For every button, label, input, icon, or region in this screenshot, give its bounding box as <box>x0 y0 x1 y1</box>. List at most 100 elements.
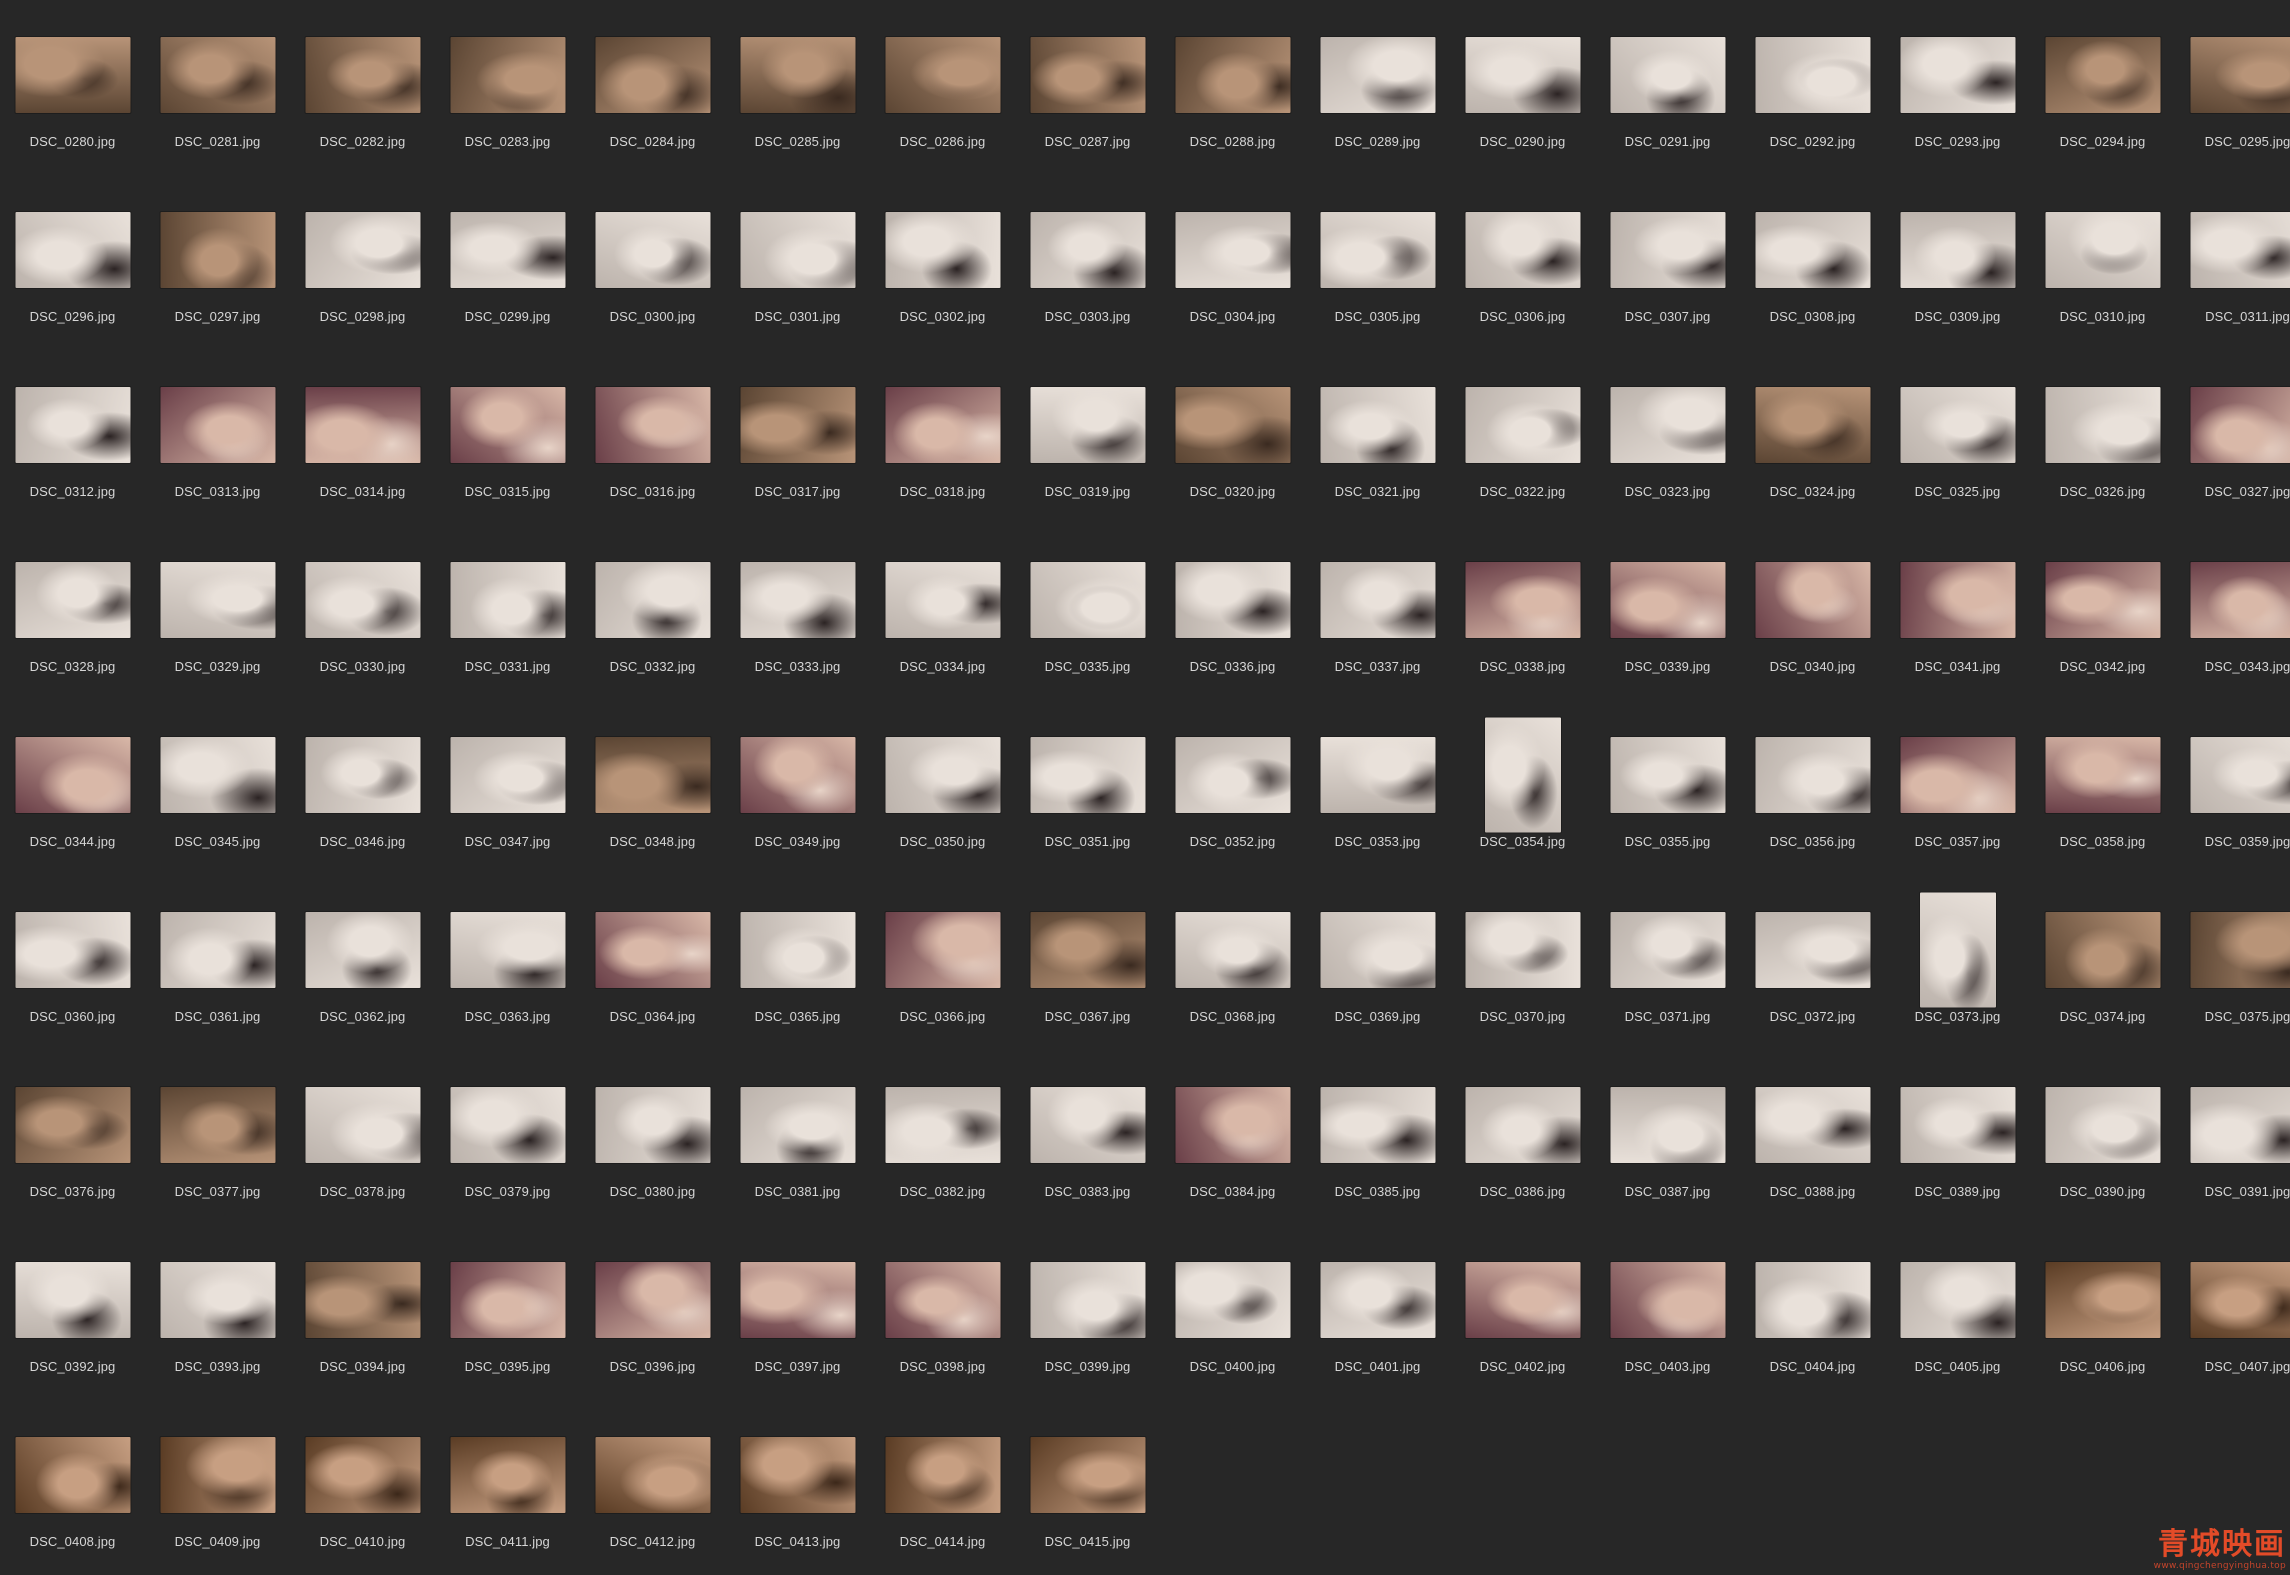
file-thumbnail-item[interactable]: DSC_0298.jpg <box>290 175 435 350</box>
image-thumbnail[interactable] <box>1755 212 1870 288</box>
image-thumbnail[interactable] <box>15 1087 130 1163</box>
image-thumbnail[interactable] <box>2045 562 2160 638</box>
image-thumbnail[interactable] <box>1465 1262 1580 1338</box>
file-thumbnail-item[interactable]: DSC_0411.jpg <box>435 1400 580 1575</box>
file-thumbnail-item[interactable]: DSC_0364.jpg <box>580 875 725 1050</box>
file-thumbnail-item[interactable]: DSC_0305.jpg <box>1305 175 1450 350</box>
image-thumbnail[interactable] <box>1465 562 1580 638</box>
image-thumbnail[interactable] <box>305 37 420 113</box>
image-thumbnail[interactable] <box>15 1262 130 1338</box>
image-thumbnail[interactable] <box>305 1437 420 1513</box>
file-thumbnail-item[interactable]: DSC_0285.jpg <box>725 0 870 175</box>
file-thumbnail-item[interactable]: DSC_0282.jpg <box>290 0 435 175</box>
file-thumbnail-item[interactable]: DSC_0353.jpg <box>1305 700 1450 875</box>
file-thumbnail-item[interactable]: DSC_0307.jpg <box>1595 175 1740 350</box>
image-thumbnail[interactable] <box>160 1437 275 1513</box>
file-thumbnail-item[interactable]: DSC_0368.jpg <box>1160 875 1305 1050</box>
file-thumbnail-item[interactable]: DSC_0332.jpg <box>580 525 725 700</box>
file-thumbnail-item[interactable]: DSC_0283.jpg <box>435 0 580 175</box>
file-thumbnail-item[interactable]: DSC_0333.jpg <box>725 525 870 700</box>
image-thumbnail[interactable] <box>160 562 275 638</box>
file-thumbnail-item[interactable]: DSC_0394.jpg <box>290 1225 435 1400</box>
file-thumbnail-item[interactable]: DSC_0375.jpg <box>2175 875 2290 1050</box>
file-thumbnail-item[interactable]: DSC_0409.jpg <box>145 1400 290 1575</box>
file-thumbnail-item[interactable]: DSC_0308.jpg <box>1740 175 1885 350</box>
file-thumbnail-item[interactable]: DSC_0331.jpg <box>435 525 580 700</box>
image-thumbnail[interactable] <box>2045 387 2160 463</box>
file-thumbnail-item[interactable]: DSC_0377.jpg <box>145 1050 290 1225</box>
image-thumbnail[interactable] <box>160 1262 275 1338</box>
image-thumbnail[interactable] <box>1610 1262 1725 1338</box>
file-thumbnail-item[interactable]: DSC_0340.jpg <box>1740 525 1885 700</box>
file-thumbnail-item[interactable]: DSC_0325.jpg <box>1885 350 2030 525</box>
file-thumbnail-item[interactable]: DSC_0365.jpg <box>725 875 870 1050</box>
image-thumbnail[interactable] <box>740 1262 855 1338</box>
image-thumbnail[interactable] <box>1919 892 1996 1008</box>
file-thumbnail-item[interactable]: DSC_0355.jpg <box>1595 700 1740 875</box>
image-thumbnail[interactable] <box>2190 912 2290 988</box>
image-thumbnail[interactable] <box>740 562 855 638</box>
image-thumbnail[interactable] <box>2190 1087 2290 1163</box>
file-thumbnail-item[interactable]: DSC_0395.jpg <box>435 1225 580 1400</box>
file-thumbnail-item[interactable]: DSC_0344.jpg <box>0 700 145 875</box>
image-thumbnail[interactable] <box>2045 912 2160 988</box>
image-thumbnail[interactable] <box>160 37 275 113</box>
file-thumbnail-item[interactable]: DSC_0337.jpg <box>1305 525 1450 700</box>
file-thumbnail-item[interactable]: DSC_0376.jpg <box>0 1050 145 1225</box>
file-thumbnail-item[interactable]: DSC_0343.jpg <box>2175 525 2290 700</box>
file-thumbnail-item[interactable]: DSC_0403.jpg <box>1595 1225 1740 1400</box>
file-thumbnail-item[interactable]: DSC_0362.jpg <box>290 875 435 1050</box>
image-thumbnail[interactable] <box>1030 1262 1145 1338</box>
file-thumbnail-item[interactable]: DSC_0380.jpg <box>580 1050 725 1225</box>
file-thumbnail-item[interactable]: DSC_0388.jpg <box>1740 1050 1885 1225</box>
image-thumbnail[interactable] <box>160 212 275 288</box>
file-thumbnail-item[interactable]: DSC_0387.jpg <box>1595 1050 1740 1225</box>
image-thumbnail[interactable] <box>1030 37 1145 113</box>
file-thumbnail-item[interactable]: DSC_0384.jpg <box>1160 1050 1305 1225</box>
image-thumbnail[interactable] <box>450 37 565 113</box>
image-thumbnail[interactable] <box>1465 37 1580 113</box>
file-thumbnail-item[interactable]: DSC_0284.jpg <box>580 0 725 175</box>
image-thumbnail[interactable] <box>305 737 420 813</box>
image-thumbnail[interactable] <box>1465 1087 1580 1163</box>
file-thumbnail-item[interactable]: DSC_0300.jpg <box>580 175 725 350</box>
file-thumbnail-item[interactable]: DSC_0311.jpg <box>2175 175 2290 350</box>
file-thumbnail-item[interactable]: DSC_0318.jpg <box>870 350 1015 525</box>
file-thumbnail-item[interactable]: DSC_0315.jpg <box>435 350 580 525</box>
image-thumbnail[interactable] <box>1030 562 1145 638</box>
image-thumbnail[interactable] <box>15 562 130 638</box>
file-thumbnail-item[interactable]: DSC_0286.jpg <box>870 0 1015 175</box>
file-thumbnail-item[interactable]: DSC_0412.jpg <box>580 1400 725 1575</box>
image-thumbnail[interactable] <box>1900 1262 2015 1338</box>
image-thumbnail[interactable] <box>885 1437 1000 1513</box>
image-thumbnail[interactable] <box>595 1087 710 1163</box>
image-thumbnail[interactable] <box>450 1262 565 1338</box>
file-thumbnail-item[interactable]: DSC_0341.jpg <box>1885 525 2030 700</box>
image-thumbnail[interactable] <box>1030 212 1145 288</box>
image-thumbnail[interactable] <box>885 1087 1000 1163</box>
image-thumbnail[interactable] <box>885 912 1000 988</box>
image-thumbnail[interactable] <box>1320 737 1435 813</box>
file-thumbnail-item[interactable]: DSC_0338.jpg <box>1450 525 1595 700</box>
file-thumbnail-item[interactable]: DSC_0406.jpg <box>2030 1225 2175 1400</box>
file-thumbnail-item[interactable]: DSC_0345.jpg <box>145 700 290 875</box>
image-thumbnail[interactable] <box>2190 37 2290 113</box>
image-thumbnail[interactable] <box>1320 37 1435 113</box>
file-thumbnail-item[interactable]: DSC_0293.jpg <box>1885 0 2030 175</box>
file-thumbnail-item[interactable]: DSC_0372.jpg <box>1740 875 1885 1050</box>
image-thumbnail[interactable] <box>1900 562 2015 638</box>
file-thumbnail-item[interactable]: DSC_0313.jpg <box>145 350 290 525</box>
image-thumbnail[interactable] <box>595 737 710 813</box>
image-thumbnail[interactable] <box>885 562 1000 638</box>
image-thumbnail[interactable] <box>15 212 130 288</box>
image-thumbnail[interactable] <box>595 562 710 638</box>
file-thumbnail-item[interactable]: DSC_0356.jpg <box>1740 700 1885 875</box>
file-thumbnail-item[interactable]: DSC_0339.jpg <box>1595 525 1740 700</box>
file-thumbnail-item[interactable]: DSC_0320.jpg <box>1160 350 1305 525</box>
file-thumbnail-item[interactable]: DSC_0342.jpg <box>2030 525 2175 700</box>
file-thumbnail-item[interactable]: DSC_0382.jpg <box>870 1050 1015 1225</box>
image-thumbnail[interactable] <box>305 912 420 988</box>
image-thumbnail[interactable] <box>740 1437 855 1513</box>
image-thumbnail[interactable] <box>1030 1437 1145 1513</box>
file-thumbnail-item[interactable]: DSC_0349.jpg <box>725 700 870 875</box>
